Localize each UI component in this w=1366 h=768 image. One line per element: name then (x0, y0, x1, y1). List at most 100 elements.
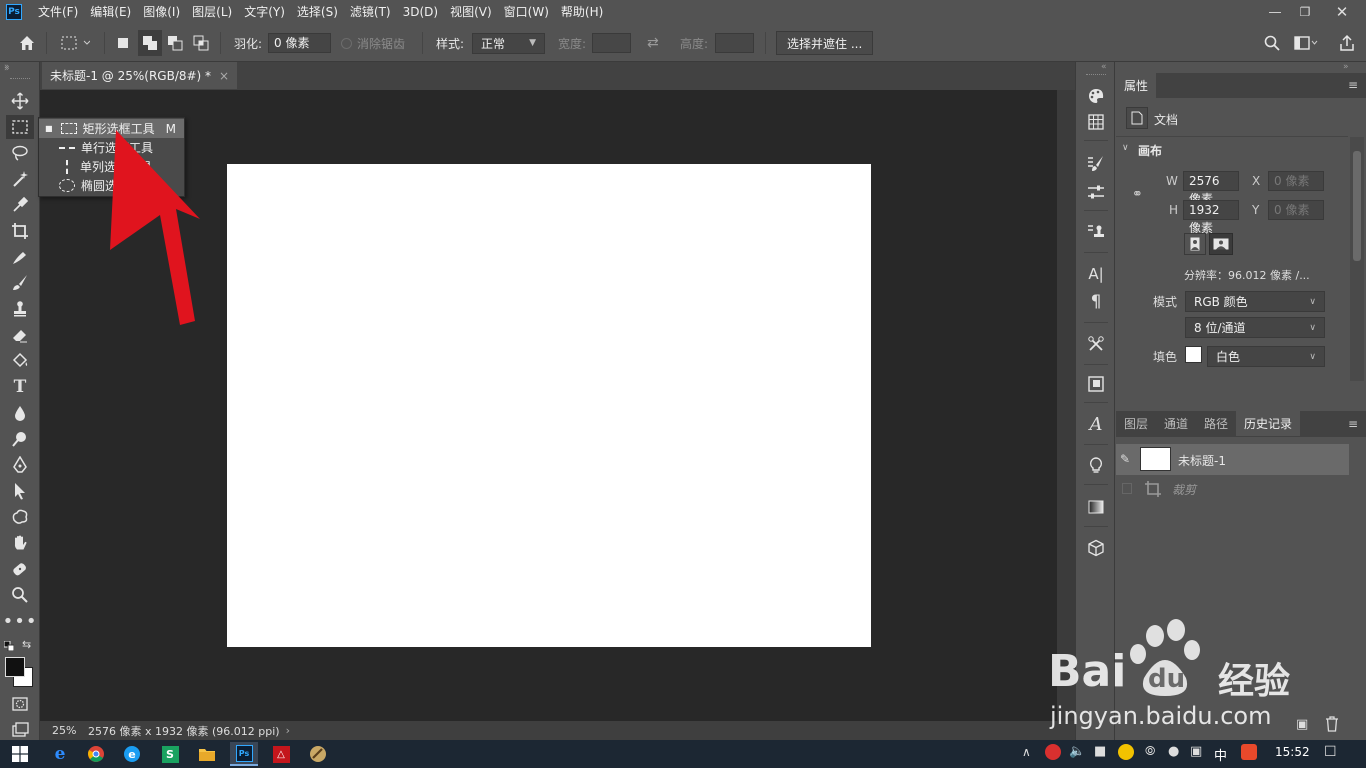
blur-tool-icon[interactable] (6, 401, 34, 425)
collapse-strip-icon[interactable]: « (1101, 62, 1107, 72)
menu-edit[interactable]: 编辑(E) (84, 0, 137, 24)
antialias-checkbox[interactable]: 消除锯齿 (341, 24, 405, 62)
status-menu-chevron-icon[interactable]: › (286, 724, 290, 737)
foreground-color-swatch[interactable] (5, 657, 25, 677)
eraser-tool-icon[interactable] (6, 323, 34, 347)
file-explorer-icon[interactable] (193, 742, 221, 766)
portrait-orientation-icon[interactable] (1184, 233, 1206, 255)
tab-paths[interactable]: 路径 (1196, 411, 1236, 436)
menu-file[interactable]: 文件(F) (32, 0, 84, 24)
photoshop-taskbar-icon[interactable]: Ps (230, 742, 258, 766)
tab-channels[interactable]: 通道 (1156, 411, 1196, 436)
document-tab[interactable]: 未标题-1 @ 25%(RGB/8#) * × (42, 62, 238, 89)
paint-bucket-icon[interactable] (6, 349, 34, 373)
crop-tool-icon[interactable] (6, 219, 34, 243)
menu-select[interactable]: 选择(S) (291, 0, 344, 24)
color-mode-dropdown[interactable]: RGB 颜色 ∨ (1185, 291, 1325, 312)
height-input[interactable] (715, 33, 754, 53)
canvas-y-input[interactable]: 0 像素 (1268, 200, 1324, 220)
screen-mode-icon[interactable] (6, 718, 34, 742)
canvas-width-input[interactable]: 2576 像素 (1183, 171, 1239, 206)
learn-panel-icon[interactable] (1084, 454, 1108, 478)
restore-icon[interactable]: ❐ (1290, 2, 1320, 22)
subtract-from-selection-icon[interactable] (167, 24, 183, 62)
tab-layers[interactable]: 图层 (1116, 411, 1156, 436)
collapse-dock-icon[interactable]: » (1343, 62, 1349, 72)
paragraph-panel-icon[interactable]: ¶ (1084, 290, 1108, 314)
browser-e-icon[interactable]: e (118, 742, 146, 766)
type-tool-icon[interactable]: T (6, 375, 34, 399)
zoom-level[interactable]: 25% (52, 724, 88, 737)
adjustments-panel-icon[interactable] (1084, 180, 1108, 204)
ime-indicator[interactable]: 中 (1214, 745, 1227, 764)
fill-dropdown[interactable]: 白色 ∨ (1207, 346, 1325, 367)
expand-panel-icon[interactable]: » (4, 64, 10, 74)
sheets-app-icon[interactable]: S (156, 742, 184, 766)
minimize-icon[interactable]: ― (1260, 2, 1290, 22)
width-input[interactable] (592, 33, 631, 53)
lasso-tool-icon[interactable] (6, 141, 34, 165)
wifi-icon[interactable]: ⦾ (1145, 744, 1155, 759)
windows-start-icon[interactable] (6, 742, 34, 766)
document-tab-close-icon[interactable]: × (219, 69, 229, 83)
menu-window[interactable]: 窗口(W) (498, 0, 555, 24)
3d-panel-icon[interactable] (1084, 536, 1108, 560)
bit-depth-dropdown[interactable]: 8 位/通道 ∨ (1185, 317, 1325, 338)
spot-healing-brush-icon[interactable] (6, 245, 34, 269)
canvas-height-input[interactable]: 1932 像素 (1183, 200, 1239, 235)
feather-input[interactable]: 0 像素 (268, 33, 331, 53)
tab-history[interactable]: 历史记录 (1236, 411, 1301, 436)
default-colors-icon[interactable] (3, 640, 15, 652)
tray-chevron-up-icon[interactable]: ∧ (1022, 745, 1031, 759)
swap-dimensions-icon[interactable]: ⇄ (647, 24, 659, 62)
tray-qq-icon[interactable]: ● (1168, 744, 1179, 759)
panel-menu-icon[interactable]: ≡ (1348, 78, 1358, 92)
hand-tool-icon[interactable] (6, 531, 34, 555)
search-icon[interactable] (1264, 24, 1280, 62)
chevron-down-icon[interactable]: ∨ (1122, 143, 1129, 153)
new-selection-icon[interactable] (115, 24, 131, 62)
tool-presets-icon[interactable] (1084, 332, 1108, 356)
swap-colors-icon[interactable]: ⇆ (22, 638, 31, 651)
menu-image[interactable]: 图像(I) (137, 0, 186, 24)
chrome-icon[interactable] (82, 742, 110, 766)
gradient-panel-icon[interactable] (1084, 495, 1108, 519)
dodge-tool-icon[interactable] (6, 427, 34, 451)
brush-settings-icon[interactable] (1084, 152, 1108, 176)
eyedropper-tool-icon[interactable] (6, 193, 34, 217)
quick-mask-icon[interactable] (6, 692, 34, 716)
history-state-row[interactable]: 裁剪 (1116, 477, 1349, 501)
workspace-icon[interactable] (1294, 24, 1318, 62)
home-icon[interactable] (18, 24, 36, 62)
history-brush-icon[interactable]: ✎ (1120, 452, 1130, 466)
tray-shield-icon[interactable]: ■ (1094, 744, 1106, 759)
tray-sogou-icon[interactable] (1241, 744, 1257, 760)
character-panel-icon[interactable]: A| (1084, 262, 1108, 286)
marquee-preset-picker-icon[interactable] (60, 24, 90, 62)
swatches-panel-icon[interactable] (1084, 110, 1108, 134)
app-launcher-icon[interactable] (304, 742, 332, 766)
clock-time[interactable]: 15:52 (1275, 745, 1310, 759)
more-tools-icon[interactable]: ••• (3, 609, 37, 633)
menu-filter[interactable]: 滤镜(T) (344, 0, 397, 24)
style-dropdown[interactable]: 正常 ▼ (472, 32, 545, 54)
history-snapshot-row[interactable]: ✎ 未标题-1 (1116, 444, 1349, 475)
document-canvas[interactable] (227, 164, 871, 647)
panel-menu-icon[interactable]: ≡ (1348, 417, 1358, 431)
select-and-mask-button[interactable]: 选择并遮住 ... (776, 31, 874, 55)
zoom-tool-icon[interactable] (6, 583, 34, 607)
navigator-panel-icon[interactable] (1084, 372, 1108, 396)
menu-help[interactable]: 帮助(H) (555, 0, 609, 24)
clone-stamp-icon[interactable] (6, 297, 34, 321)
menu-type[interactable]: 文字(Y) (238, 0, 291, 24)
properties-scrollbar[interactable] (1350, 137, 1364, 381)
custom-shape-icon[interactable] (6, 505, 34, 529)
fill-color-swatch[interactable] (1185, 346, 1202, 363)
tray-app-icon[interactable] (1118, 744, 1134, 760)
menu-layer[interactable]: 图层(L) (186, 0, 238, 24)
strip-grip[interactable] (1086, 74, 1106, 75)
close-icon[interactable]: ✕ (1322, 2, 1362, 22)
panel-grip[interactable] (10, 78, 30, 79)
landscape-orientation-icon[interactable] (1209, 233, 1233, 255)
share-icon[interactable] (1338, 24, 1356, 62)
